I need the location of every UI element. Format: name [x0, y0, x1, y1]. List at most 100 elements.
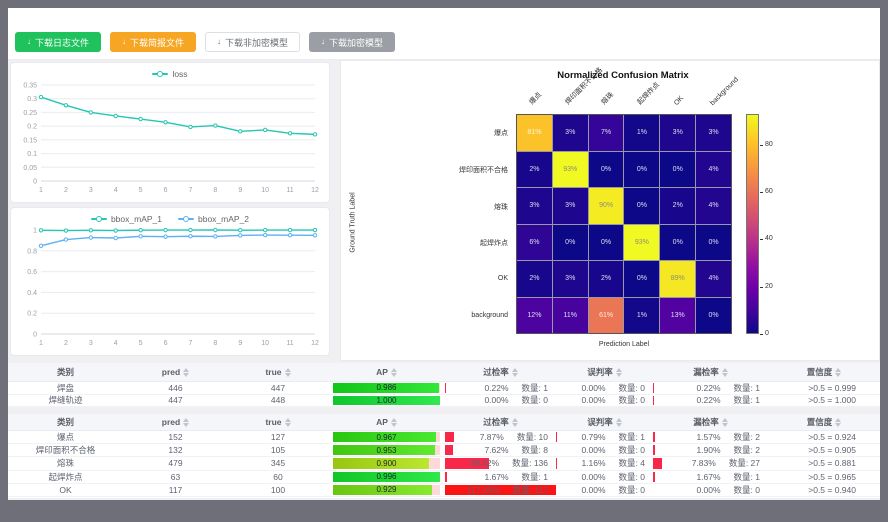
sort-pred-header[interactable]: pred: [123, 414, 228, 430]
loss-series-line: [41, 97, 315, 134]
sort-descending-icon[interactable]: [722, 423, 728, 427]
true-cell: 100: [228, 484, 328, 496]
sort-descending-icon[interactable]: [616, 423, 622, 427]
colorbar-tick-label: 40: [765, 235, 773, 242]
legend-item-loss[interactable]: loss: [152, 69, 187, 79]
sort-false-rate-header[interactable]: 误判率: [556, 414, 653, 430]
sort-descending-icon[interactable]: [512, 373, 518, 377]
table-row: 起焊炸点63600.9961.67%数量: 10.00%数量: 01.67%数量…: [8, 471, 880, 484]
sort-miss-rate-header[interactable]: 漏检率: [653, 363, 768, 381]
true-cell: 60: [228, 471, 328, 483]
false-rate-cell: 0.00%数量: 0: [556, 471, 653, 483]
confusion-matrix-card: Normalized Confusion Matrix Ground Truth…: [340, 60, 880, 361]
sort-carets-icon: [285, 368, 291, 377]
matrix-cell: 3%: [553, 261, 588, 297]
download-log-button[interactable]: ↓ 下载日志文件: [15, 32, 101, 52]
header-label: 漏检率: [693, 366, 719, 378]
bbox_mAP_1-data-point: [164, 228, 167, 231]
table-row: 焊印面积不合格1321050.9537.62%数量: 80.00%数量: 01.…: [8, 444, 880, 457]
sort-over-rate-header[interactable]: 过检率: [445, 363, 556, 381]
sort-descending-icon[interactable]: [835, 423, 841, 427]
sort-descending-icon[interactable]: [835, 373, 841, 377]
sort-carets-icon: [835, 418, 841, 427]
sort-ascending-icon[interactable]: [512, 418, 518, 422]
ap-bar-track: 0.986: [333, 383, 440, 393]
legend-item-bbox-map-1[interactable]: bbox_mAP_1: [91, 214, 162, 224]
x-tick-label: 10: [261, 340, 269, 347]
sort-true-header[interactable]: true: [228, 363, 328, 381]
sort-ascending-icon[interactable]: [722, 368, 728, 372]
category-cell: 起焊炸点: [8, 471, 123, 483]
sort-ascending-icon[interactable]: [391, 418, 397, 422]
loss-data-point: [64, 104, 67, 107]
sort-carets-icon: [183, 368, 189, 377]
sort-ascending-icon[interactable]: [512, 368, 518, 372]
sort-ascending-icon[interactable]: [285, 368, 291, 372]
bbox_mAP_1-data-point: [39, 229, 42, 232]
matrix-cell: 93%: [553, 152, 588, 188]
sort-true-header[interactable]: true: [228, 414, 328, 430]
colorbar-tick: [760, 334, 763, 335]
sort-miss-rate-header[interactable]: 漏检率: [653, 414, 768, 430]
bbox_mAP_2-data-point: [164, 235, 167, 238]
loss-chart-card: loss 00.050.10.150.20.250.30.35123456789…: [10, 62, 330, 203]
sort-descending-icon[interactable]: [183, 423, 189, 427]
sort-descending-icon[interactable]: [285, 373, 291, 377]
bbox_mAP_2-data-point: [189, 235, 192, 238]
sort-ap-header[interactable]: AP: [328, 414, 445, 430]
sort-pred-header[interactable]: pred: [123, 363, 228, 381]
bbox_mAP_1-data-point: [313, 228, 316, 231]
download-unencrypted-model-button[interactable]: ↓ 下载非加密模型: [205, 32, 300, 52]
sort-ascending-icon[interactable]: [285, 418, 291, 422]
sort-carets-icon: [722, 368, 728, 377]
sort-descending-icon[interactable]: [391, 423, 397, 427]
sort-descending-icon[interactable]: [285, 423, 291, 427]
rate-count: 数量: 2: [734, 431, 760, 443]
sort-ascending-icon[interactable]: [183, 368, 189, 372]
ap-cell: 0.900: [328, 457, 445, 469]
sort-descending-icon[interactable]: [183, 373, 189, 377]
sort-false-rate-header[interactable]: 误判率: [556, 363, 653, 381]
sort-ascending-icon[interactable]: [835, 418, 841, 422]
toolbar: ↓ 下载日志文件 ↓ 下载简报文件 ↓ 下载非加密模型 ↓ 下载加密模型: [8, 8, 880, 60]
sort-over-rate-header[interactable]: 过检率: [445, 414, 556, 430]
sort-ascending-icon[interactable]: [616, 368, 622, 372]
loss-data-point: [214, 124, 217, 127]
sort-descending-icon[interactable]: [512, 423, 518, 427]
over-rate-bar: [445, 432, 454, 442]
x-tick-label: 3: [89, 187, 93, 194]
download-encrypted-model-button[interactable]: ↓ 下载加密模型: [309, 32, 395, 52]
ap-value: 0.953: [333, 445, 440, 455]
sort-ascending-icon[interactable]: [616, 418, 622, 422]
rate-count: 数量: 1: [734, 395, 760, 407]
matrix-column-label: 熔珠: [599, 90, 616, 107]
y-tick-label: 1: [33, 228, 37, 235]
sort-ap-header[interactable]: AP: [328, 363, 445, 381]
sort-confidence-header[interactable]: 置信度: [768, 363, 880, 381]
sort-descending-icon[interactable]: [722, 373, 728, 377]
y-tick-label: 0.6: [27, 269, 37, 276]
header-label: 误判率: [587, 416, 613, 428]
legend-item-bbox-map-2[interactable]: bbox_mAP_2: [178, 214, 249, 224]
rate-count: 数量: 0: [619, 484, 645, 496]
over-rate-cell: 39.42%数量: 136: [445, 457, 556, 469]
sort-ascending-icon[interactable]: [391, 368, 397, 372]
matrix-cell: 0%: [696, 225, 731, 261]
matrix-cell: 6%: [517, 225, 552, 261]
sort-ascending-icon[interactable]: [722, 418, 728, 422]
x-tick-label: 9: [238, 187, 242, 194]
sort-ascending-icon[interactable]: [183, 418, 189, 422]
sort-descending-icon[interactable]: [391, 373, 397, 377]
over-rate-bar: [445, 445, 453, 455]
sort-confidence-header[interactable]: 置信度: [768, 414, 880, 430]
x-tick-label: 3: [89, 340, 93, 347]
true-cell: 448: [228, 395, 328, 407]
header-label: true: [265, 367, 281, 377]
rate-value: 0.00%: [696, 485, 720, 495]
map-chart-card: bbox_mAP_1 bbox_mAP_2 00.20.40.60.811234…: [10, 207, 330, 356]
sort-ascending-icon[interactable]: [835, 368, 841, 372]
loss-data-point: [189, 125, 192, 128]
sort-descending-icon[interactable]: [616, 373, 622, 377]
matrix-cell: 2%: [517, 261, 552, 297]
download-brief-button[interactable]: ↓ 下载简报文件: [110, 32, 196, 52]
